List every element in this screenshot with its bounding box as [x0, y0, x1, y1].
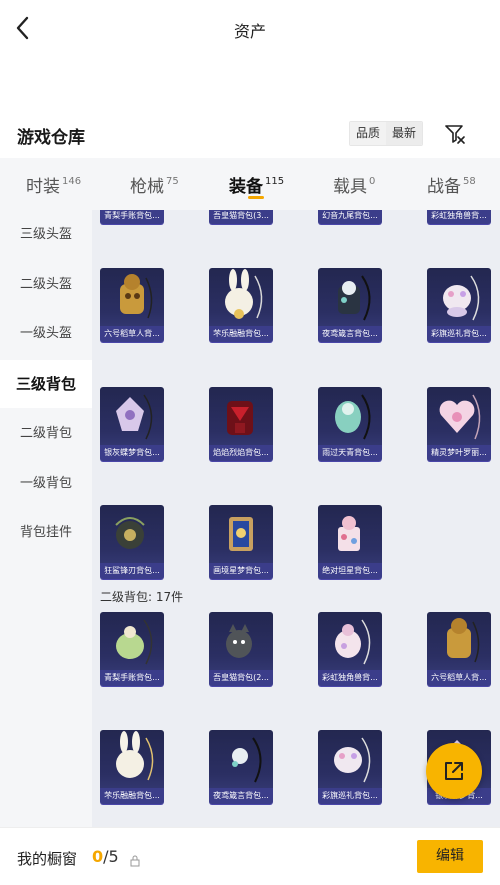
item-card-label: 吾皇猫背包(3... [209, 210, 273, 224]
item-card-label: 青梨手账背包... [100, 670, 164, 686]
item-grid: 青梨手账背包... 吾皇猫背包(3... 幻音九尾背包... 彩虹独角兽背...… [92, 210, 500, 827]
item-card[interactable]: 彩虹独角兽背... [427, 210, 491, 224]
sidebar: 三级头盔 二级头盔 一级头盔 三级背包 二级背包 一级背包 背包挂件 [0, 210, 92, 827]
item-card-label: 焰焰烈焰背包... [209, 445, 273, 461]
sidebar-item-level2-helmet[interactable]: 二级头盔 [0, 261, 92, 309]
warehouse-header: 游戏仓库 品质 最新 [0, 112, 500, 156]
item-card-label: 六号稻草人背... [100, 326, 164, 342]
item-card-label: 彩虹独角兽背... [318, 670, 382, 686]
share-button[interactable] [426, 743, 482, 799]
sidebar-item-level3-backpack[interactable]: 三级背包 [0, 360, 92, 408]
page-title: 资产 [233, 22, 266, 41]
item-card-label: 青梨手账背包... [100, 210, 164, 224]
item-card[interactable]: 画境星梦背包... [209, 505, 273, 579]
backpack-flag-icon [334, 737, 371, 783]
active-tab-indicator [248, 196, 264, 199]
group-label-level2-backpack: 二级背包: 17件 [100, 590, 184, 604]
item-card[interactable]: 精灵梦叶罗丽... [427, 387, 491, 461]
backpack-heart-icon [439, 394, 481, 440]
item-card-label: 精灵梦叶罗丽... [427, 445, 491, 461]
tab-battle-gear[interactable]: 战备 58 [427, 172, 476, 197]
share-out-icon [445, 762, 463, 780]
top-bar: 资产 [0, 0, 500, 58]
item-card-label: 芣乐融融背包... [209, 326, 273, 342]
item-card-label: 芣乐融融背包... [100, 788, 164, 804]
item-card[interactable]: 狂鲨锋刃背包... [100, 505, 164, 579]
item-card[interactable]: 六号稻草人背... [427, 612, 491, 686]
sidebar-item-level2-backpack[interactable]: 二级背包 [0, 410, 92, 458]
backpack-star-icon [338, 516, 360, 551]
backpack-flame-icon [227, 401, 253, 435]
tab-equipment[interactable]: 装备 115 [229, 172, 284, 197]
item-card-label: 吾皇猫背包(2... [209, 670, 273, 686]
sidebar-item-level3-helmet[interactable]: 三级头盔 [0, 211, 92, 259]
showcase-count: 0/5 [92, 847, 119, 866]
backpack-bunny-icon [116, 731, 154, 781]
backpack-scarecrow-icon [447, 618, 480, 663]
item-card-label: 夜鸢箴言背包... [318, 326, 382, 342]
edit-button[interactable]: 编辑 [417, 840, 483, 873]
item-card-label: 夜鸢箴言背包... [209, 788, 273, 804]
item-card[interactable]: 青梨手账背包... [100, 210, 164, 224]
showcase-bar: 我的橱窗 0/5 编辑 [0, 827, 500, 885]
backpack-scarecrow-icon [120, 274, 153, 319]
backpack-bunny-icon [225, 269, 263, 319]
item-card-label: 绝对坦星背包... [318, 563, 382, 579]
sidebar-item-backpack-pendant[interactable]: 背包挂件 [0, 509, 92, 557]
item-card[interactable]: 吾皇猫背包(2... [209, 612, 273, 686]
sort-quality-option[interactable]: 品质 [350, 122, 387, 145]
item-card[interactable]: 夜鸢箴言背包... [318, 268, 382, 342]
category-tabs: 时装 146 枪械 75 装备 115 载具 0 战备 58 [0, 158, 500, 210]
backpack-cat-icon [226, 624, 252, 658]
tab-fashion[interactable]: 时装 146 [26, 172, 81, 197]
item-card[interactable]: 芣乐融融背包... [100, 730, 164, 804]
backpack-painting-icon [229, 517, 253, 551]
backpack-pear-icon [116, 619, 153, 665]
item-card-label: 雨过天青背包... [318, 445, 382, 461]
item-card[interactable]: 芣乐融融背包... [209, 268, 273, 342]
item-card[interactable]: 六号稻草人背... [100, 268, 164, 342]
item-card-label: 画境星梦背包... [209, 563, 273, 579]
item-card[interactable]: 幻音九尾背包... [318, 210, 382, 224]
item-card-label: 彩虹独角兽背... [427, 210, 491, 224]
item-card-label: 狂鲨锋刃背包... [100, 563, 164, 579]
backpack-flag-icon [443, 275, 480, 321]
warehouse-title: 游戏仓库 [17, 128, 85, 148]
item-card-label: 彩旗巡礼背包... [318, 788, 382, 804]
item-card[interactable]: 青梨手账背包... [100, 612, 164, 686]
item-card[interactable]: 吾皇猫背包(3... [209, 210, 273, 224]
item-card[interactable]: 焰焰烈焰背包... [209, 387, 273, 461]
item-card[interactable]: 彩旗巡礼背包... [318, 730, 382, 804]
tab-firearms[interactable]: 枪械 75 [130, 172, 179, 197]
backpack-unicorn-icon [335, 619, 371, 665]
item-card[interactable]: 彩虹独角兽背... [318, 612, 382, 686]
backpack-butterfly-icon [116, 394, 153, 440]
showcase-label: 我的橱窗 [17, 850, 78, 868]
item-card-label: 六号稻草人背... [427, 670, 491, 686]
item-card-label: 银灰蝶梦背包... [100, 445, 164, 461]
item-card[interactable]: 彩旗巡礼背包... [427, 268, 491, 342]
sidebar-item-level1-helmet[interactable]: 一级头盔 [0, 310, 92, 358]
item-card-label: 彩旗巡礼背包... [427, 326, 491, 342]
lock-icon [129, 852, 141, 867]
sidebar-item-level1-backpack[interactable]: 一级背包 [0, 460, 92, 508]
item-card-label: 幻音九尾背包... [318, 210, 382, 224]
backpack-shark-icon [115, 517, 145, 549]
item-card[interactable]: 夜鸢箴言背包... [209, 730, 273, 804]
backpack-night-icon [338, 275, 371, 321]
item-card[interactable]: 银灰蝶梦背包... [100, 387, 164, 461]
sort-toggle[interactable]: 品质 最新 [349, 121, 424, 146]
backpack-jade-icon [335, 394, 371, 440]
sort-newest-option[interactable]: 最新 [386, 122, 423, 145]
filter-icon[interactable] [443, 122, 467, 146]
tab-vehicles[interactable]: 载具 0 [333, 172, 375, 197]
item-card[interactable]: 雨过天青背包... [318, 387, 382, 461]
item-card[interactable]: 绝对坦星背包... [318, 505, 382, 579]
backpack-night-icon [232, 737, 262, 783]
